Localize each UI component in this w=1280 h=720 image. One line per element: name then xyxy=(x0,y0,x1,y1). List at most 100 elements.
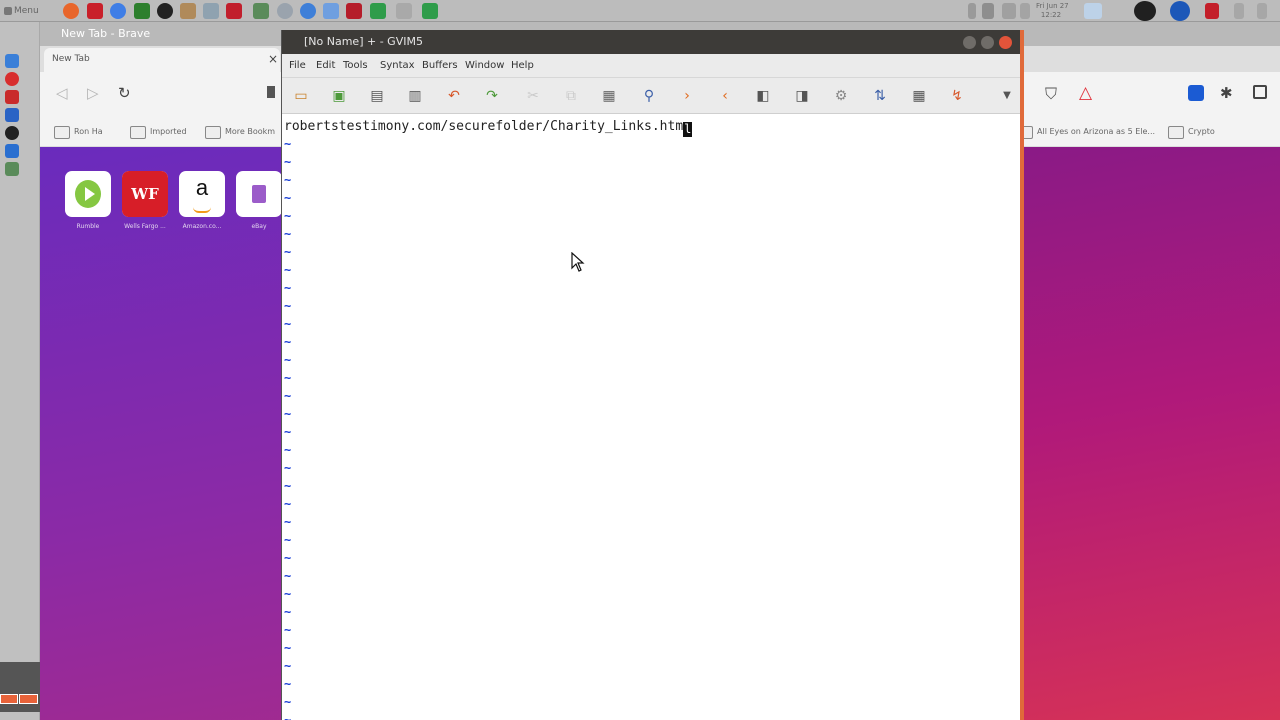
find-prev-icon[interactable]: ‹ xyxy=(716,87,734,105)
workspace-icon[interactable] xyxy=(1084,3,1102,19)
empty-line-marker: ~ xyxy=(284,479,292,493)
load-session-icon[interactable]: ◧ xyxy=(754,87,772,105)
firefox-icon[interactable] xyxy=(63,3,79,19)
record-icon[interactable] xyxy=(1205,3,1219,19)
workspace-indicator[interactable] xyxy=(19,694,38,704)
shield-icon[interactable]: ⛉ xyxy=(1045,85,1061,103)
menu-file[interactable]: File xyxy=(289,60,306,71)
network-icon[interactable] xyxy=(968,3,976,19)
workspace-switcher[interactable] xyxy=(0,662,40,712)
text-cursor: l xyxy=(683,122,693,137)
tile-ebay[interactable] xyxy=(236,171,282,217)
bitwarden-icon[interactable] xyxy=(1188,85,1204,101)
app-launcher-icon[interactable] xyxy=(346,3,362,19)
dock-app-icon[interactable] xyxy=(5,126,19,140)
left-dock xyxy=(0,22,40,720)
security-icon[interactable] xyxy=(1134,1,1156,21)
workspace-indicator[interactable] xyxy=(0,694,18,704)
file-manager-icon[interactable] xyxy=(180,3,196,19)
empty-line-marker: ~ xyxy=(284,407,292,421)
forward-button[interactable]: ▷ xyxy=(87,84,99,102)
settings-icon[interactable] xyxy=(277,3,293,19)
clock[interactable]: Fri Jun 27 12:22 xyxy=(1036,2,1069,20)
close-icon[interactable] xyxy=(999,36,1012,49)
calc-icon[interactable] xyxy=(422,3,438,19)
dock-app-icon[interactable] xyxy=(5,54,19,68)
empty-line-marker: ~ xyxy=(284,461,292,475)
spreadsheet-icon[interactable] xyxy=(370,3,386,19)
tile-rumble[interactable] xyxy=(65,171,111,217)
close-tab-icon[interactable]: × xyxy=(268,52,278,66)
overflow-icon[interactable]: ▼ xyxy=(998,87,1016,105)
redo-icon[interactable]: ↷ xyxy=(483,87,501,105)
empty-line-marker: ~ xyxy=(284,137,292,151)
run-script-icon[interactable]: ⚙ xyxy=(832,87,850,105)
power-icon[interactable] xyxy=(1234,3,1244,19)
undo-icon[interactable]: ↶ xyxy=(445,87,463,105)
chrome-icon[interactable] xyxy=(110,3,126,19)
text-buffer[interactable]: robertstestimony.com/securefolder/Charit… xyxy=(282,114,1020,720)
menu-buffers[interactable]: Buffers xyxy=(422,60,458,71)
tab-new-tab[interactable]: New Tab × xyxy=(44,48,280,72)
back-button[interactable]: ◁ xyxy=(56,84,68,102)
run-ctags-icon[interactable]: ▦ xyxy=(910,87,928,105)
bookmark-icon[interactable] xyxy=(267,86,275,98)
make-icon[interactable]: ⇅ xyxy=(871,87,889,105)
dock-app-icon[interactable] xyxy=(5,144,19,158)
bookmark-folder[interactable]: Crypto xyxy=(1168,125,1215,139)
gvim-titlebar[interactable]: [No Name] + - GVIM5 xyxy=(282,30,1020,54)
reload-button[interactable]: ↻ xyxy=(118,84,131,102)
notifications-icon[interactable] xyxy=(1002,3,1016,19)
menu-syntax[interactable]: Syntax xyxy=(380,60,415,71)
jump-tag-icon[interactable]: ↯ xyxy=(948,87,966,105)
bookmark-folder[interactable]: Ron Ha xyxy=(54,125,103,139)
obs-icon[interactable] xyxy=(157,3,173,19)
menu-button[interactable]: Menu xyxy=(4,3,39,19)
dock-app-icon[interactable] xyxy=(5,162,19,176)
menu-edit[interactable]: Edit xyxy=(316,60,335,71)
buffer-line[interactable]: robertstestimony.com/securefolder/Charit… xyxy=(284,119,693,137)
menu-window[interactable]: Window xyxy=(465,60,504,71)
top-panel: Menu Fri Jun 27 12:22 xyxy=(0,0,1280,22)
dock-app-icon[interactable] xyxy=(5,108,19,122)
tile-wells-fargo[interactable]: WF xyxy=(122,171,168,217)
volume-icon[interactable] xyxy=(982,3,994,19)
save-all-icon[interactable]: ▤ xyxy=(368,87,386,105)
menu-tools[interactable]: Tools xyxy=(343,60,368,71)
tab-label: New Tab xyxy=(52,54,90,64)
terminal-icon[interactable] xyxy=(134,3,150,19)
tools-icon[interactable] xyxy=(253,3,269,19)
menu-help[interactable]: Help xyxy=(511,60,534,71)
minimize-icon[interactable] xyxy=(963,36,976,49)
empty-line-marker: ~ xyxy=(284,155,292,169)
image-viewer-icon[interactable] xyxy=(203,3,219,19)
maximize-icon[interactable] xyxy=(981,36,994,49)
print-icon[interactable]: ▥ xyxy=(406,87,424,105)
find-replace-icon[interactable]: ⚲ xyxy=(640,87,658,105)
save-session-icon[interactable]: ◨ xyxy=(793,87,811,105)
app-launcher-icon[interactable] xyxy=(87,3,103,19)
brave-rewards-icon[interactable]: △ xyxy=(1079,84,1097,102)
archive-icon[interactable] xyxy=(396,3,412,19)
tile-amazon[interactable]: a xyxy=(179,171,225,217)
bookmark-link[interactable]: All Eyes on Arizona as 5 Ele... xyxy=(1017,125,1155,139)
bookmark-folder[interactable]: Imported xyxy=(130,125,187,139)
app-launcher-icon[interactable] xyxy=(226,3,242,19)
cut-icon[interactable]: ✂ xyxy=(524,87,542,105)
open-icon[interactable]: ▭ xyxy=(292,87,310,105)
document-icon[interactable] xyxy=(323,3,339,19)
help-icon[interactable] xyxy=(300,3,316,19)
dock-app-icon[interactable] xyxy=(5,90,19,104)
paste-icon[interactable]: ▦ xyxy=(600,87,618,105)
dock-app-icon[interactable] xyxy=(5,72,19,86)
find-next-icon[interactable]: › xyxy=(678,87,696,105)
hp-icon[interactable] xyxy=(1170,1,1190,21)
sidebar-icon[interactable] xyxy=(1253,85,1267,99)
extensions-icon[interactable]: ✱ xyxy=(1220,84,1233,102)
user-icon[interactable] xyxy=(1257,3,1267,19)
save-icon[interactable]: ▣ xyxy=(330,87,348,105)
empty-line-marker: ~ xyxy=(284,227,292,241)
bookmark-folder[interactable]: More Bookm xyxy=(205,125,275,139)
bluetooth-icon[interactable] xyxy=(1020,3,1030,19)
copy-icon[interactable]: ⧉ xyxy=(562,87,580,105)
